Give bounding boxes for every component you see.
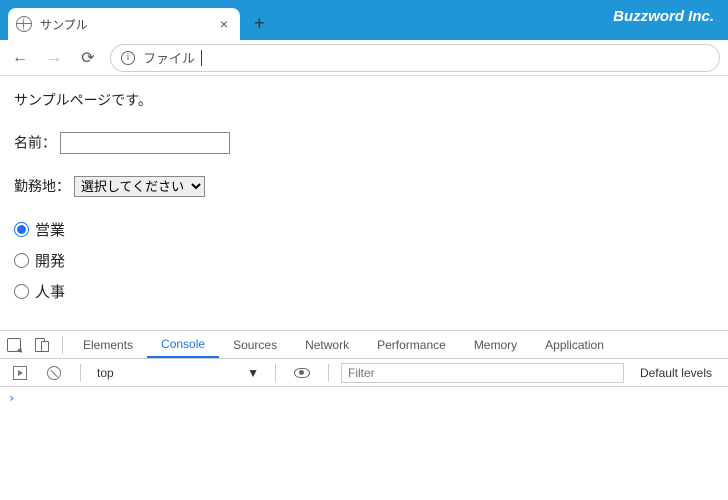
console-toolbar: top ▼ Default levels bbox=[0, 359, 728, 387]
browser-toolbar: ← → ⟳ i ファイル bbox=[0, 40, 728, 76]
devtools-panel: Elements Console Sources Network Perform… bbox=[0, 330, 728, 500]
back-button[interactable]: ← bbox=[8, 46, 32, 70]
radio-option[interactable]: 開発 bbox=[14, 250, 714, 271]
location-select[interactable]: 選択してください bbox=[74, 176, 205, 197]
text-cursor bbox=[201, 50, 202, 66]
radio-label: 人事 bbox=[35, 281, 65, 302]
page-content: サンプルページです。 名前： 勤務地： 選択してください 営業 開発 人事 bbox=[0, 76, 728, 326]
tab-sources[interactable]: Sources bbox=[219, 331, 291, 358]
tab-console[interactable]: Console bbox=[147, 331, 219, 358]
live-expression-icon[interactable] bbox=[288, 368, 316, 378]
brand-label: Buzzword Inc. bbox=[613, 8, 714, 25]
name-label: 名前： bbox=[14, 135, 56, 151]
filter-input[interactable] bbox=[341, 363, 624, 383]
radio-input[interactable] bbox=[14, 253, 29, 268]
radio-input[interactable] bbox=[14, 284, 29, 299]
separator bbox=[80, 364, 81, 382]
name-input[interactable] bbox=[60, 132, 230, 154]
radio-label: 開発 bbox=[35, 250, 65, 271]
reload-button[interactable]: ⟳ bbox=[76, 46, 100, 70]
address-text: ファイル bbox=[143, 48, 195, 67]
radio-option[interactable]: 営業 bbox=[14, 219, 714, 240]
radio-option[interactable]: 人事 bbox=[14, 281, 714, 302]
radio-group: 営業 開発 人事 bbox=[14, 219, 714, 302]
tab-elements[interactable]: Elements bbox=[69, 331, 147, 358]
name-row: 名前： bbox=[14, 132, 714, 154]
tab-title: サンプル bbox=[40, 16, 208, 33]
radio-input[interactable] bbox=[14, 222, 29, 237]
console-prompt: › bbox=[8, 391, 15, 405]
close-icon[interactable]: × bbox=[216, 14, 232, 34]
chevron-down-icon: ▼ bbox=[247, 366, 259, 380]
tab-performance[interactable]: Performance bbox=[363, 331, 460, 358]
browser-titlebar: サンプル × + Buzzword Inc. bbox=[0, 0, 728, 40]
forward-button[interactable]: → bbox=[42, 46, 66, 70]
browser-tab[interactable]: サンプル × bbox=[8, 8, 240, 40]
tab-network[interactable]: Network bbox=[291, 331, 363, 358]
tab-application[interactable]: Application bbox=[531, 331, 618, 358]
separator bbox=[275, 364, 276, 382]
location-label: 勤務地： bbox=[14, 178, 70, 194]
devtools-tabbar: Elements Console Sources Network Perform… bbox=[0, 331, 728, 359]
device-toggle-icon[interactable] bbox=[28, 338, 56, 352]
radio-label: 営業 bbox=[35, 219, 65, 240]
console-output[interactable]: › bbox=[0, 387, 728, 500]
intro-text: サンプルページです。 bbox=[14, 90, 714, 110]
location-row: 勤務地： 選択してください bbox=[14, 176, 714, 197]
console-sidebar-icon[interactable] bbox=[6, 366, 34, 380]
globe-icon bbox=[16, 16, 32, 32]
context-label: top bbox=[97, 366, 114, 380]
clear-console-icon[interactable] bbox=[40, 366, 68, 380]
inspect-icon[interactable] bbox=[0, 338, 28, 352]
context-selector[interactable]: top ▼ bbox=[93, 366, 263, 380]
log-levels-selector[interactable]: Default levels bbox=[630, 366, 722, 380]
address-bar[interactable]: i ファイル bbox=[110, 44, 720, 72]
separator bbox=[328, 364, 329, 382]
tab-memory[interactable]: Memory bbox=[460, 331, 531, 358]
new-tab-button[interactable]: + bbox=[240, 13, 279, 40]
info-icon[interactable]: i bbox=[121, 51, 135, 65]
separator bbox=[62, 336, 63, 354]
